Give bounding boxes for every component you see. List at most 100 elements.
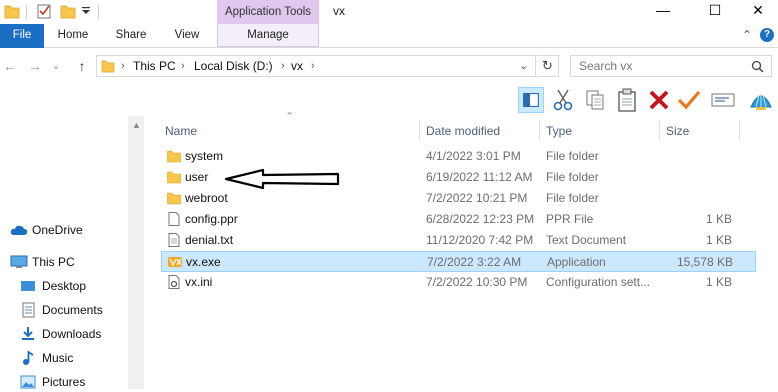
- file-name: user: [185, 170, 209, 184]
- file-date: 11/12/2020 7:42 PM: [426, 233, 534, 247]
- file-name: webroot: [185, 191, 228, 205]
- ribbon-tab-bar: File Home Share View Manage ⌃ ?: [0, 24, 778, 48]
- address-row: ← → ⌄ ↑ › This PC › Local Disk (D:) › vx…: [0, 52, 778, 80]
- file-type: PPR File: [546, 212, 594, 226]
- column-header-type[interactable]: Type: [540, 120, 660, 142]
- folder-icon: [167, 192, 181, 205]
- desktop-icon: [21, 281, 35, 291]
- cut-icon[interactable]: [550, 87, 576, 113]
- file-size: 1 KB: [705, 212, 732, 226]
- copy-icon[interactable]: [582, 87, 608, 113]
- file-date: 6/19/2022 11:12 AM: [426, 170, 533, 184]
- file-type: Application: [547, 255, 606, 269]
- up-button[interactable]: ↑: [72, 56, 92, 76]
- breadcrumb-separator: ›: [281, 60, 285, 72]
- file-size: 15,578 KB: [676, 255, 733, 269]
- navigation-pane: ▲ OneDrive This PC Desktop Documents Dow…: [0, 116, 144, 389]
- folder-icon: [101, 60, 115, 73]
- file-date: 7/2/2022 10:21 PM: [426, 191, 528, 205]
- file-size: 1 KB: [705, 275, 732, 289]
- file-type: File folder: [546, 170, 599, 184]
- address-dropdown-button[interactable]: ⌄: [519, 56, 528, 76]
- new-folder-icon[interactable]: [60, 2, 76, 20]
- file-size: 1 KB: [705, 233, 732, 247]
- breadcrumb-separator: ›: [121, 60, 125, 72]
- file-date: 7/2/2022 10:30 PM: [426, 275, 528, 289]
- downloads-icon: [22, 327, 34, 340]
- column-header-size[interactable]: Size: [660, 120, 740, 142]
- tab-home[interactable]: Home: [50, 24, 96, 47]
- file-row-denial-txt[interactable]: denial.txt 11/12/2020 7:42 PM Text Docum…: [161, 230, 756, 251]
- command-toolbar: [510, 84, 778, 116]
- text-file-icon: [168, 233, 180, 247]
- close-button[interactable]: ✕: [738, 0, 778, 24]
- column-header-name[interactable]: Name: [159, 120, 420, 142]
- column-header-date-modified[interactable]: Date modified: [420, 120, 540, 142]
- file-name: denial.txt: [185, 233, 234, 247]
- help-button[interactable]: ?: [760, 28, 774, 42]
- customize-toolbar-icon[interactable]: [82, 6, 90, 16]
- back-button[interactable]: ←: [0, 56, 20, 76]
- tab-file[interactable]: File: [0, 24, 44, 48]
- annotation-arrow-icon: [224, 168, 340, 190]
- tab-view[interactable]: View: [164, 24, 210, 47]
- rename-icon[interactable]: [710, 87, 736, 113]
- file-name: system: [185, 149, 224, 163]
- tab-share[interactable]: Share: [108, 24, 154, 47]
- collapse-ribbon-button[interactable]: ⌃: [740, 28, 754, 42]
- tab-manage[interactable]: Manage: [217, 24, 319, 47]
- file-row-system[interactable]: system 4/1/2022 3:01 PM File folder: [161, 146, 756, 167]
- shell-icon[interactable]: [748, 87, 774, 113]
- documents-icon: [22, 302, 35, 318]
- file-type: Text Document: [546, 233, 627, 247]
- folder-icon: [167, 171, 181, 184]
- file-icon: [168, 212, 180, 226]
- search-placeholder: Search vx: [579, 59, 633, 73]
- file-list: ⌃ Name Date modified Type Size system 4/…: [145, 111, 778, 389]
- file-type: File folder: [546, 149, 599, 163]
- breadcrumb-separator: ›: [181, 60, 185, 72]
- forward-button[interactable]: →: [25, 56, 45, 76]
- preview-pane-icon[interactable]: [518, 87, 544, 113]
- delete-icon[interactable]: [646, 87, 672, 113]
- search-input[interactable]: Search vx: [570, 55, 772, 77]
- divider: [98, 5, 99, 19]
- breadcrumb-separator: ›: [311, 60, 315, 72]
- address-bar[interactable]: › This PC › Local Disk (D:) › vx › ⌄: [96, 55, 536, 77]
- properties-icon[interactable]: [36, 2, 52, 20]
- divider: [26, 5, 27, 19]
- file-row-vx-ini[interactable]: vx.ini 7/2/2022 10:30 PM Configuration s…: [161, 272, 756, 293]
- breadcrumb-this-pc[interactable]: This PC: [133, 56, 176, 76]
- window-title: vx: [333, 4, 345, 18]
- app-icon: [168, 257, 182, 267]
- file-name: vx.exe: [186, 255, 221, 269]
- file-name: config.ppr: [185, 212, 238, 226]
- checkmark-icon[interactable]: [676, 87, 702, 113]
- config-file-icon: [168, 275, 180, 289]
- breadcrumb-vx[interactable]: vx: [291, 56, 303, 76]
- computer-icon: [10, 255, 28, 268]
- file-type: File folder: [546, 191, 599, 205]
- scroll-up-arrow[interactable]: ▲: [132, 120, 141, 130]
- cloud-icon: [10, 225, 28, 235]
- paste-icon[interactable]: [614, 87, 640, 113]
- minimize-button[interactable]: —: [640, 0, 686, 24]
- folder-icon[interactable]: [4, 2, 20, 20]
- file-type: Configuration sett...: [546, 275, 651, 289]
- recent-locations-button[interactable]: ⌄: [50, 56, 62, 76]
- file-row-config-ppr[interactable]: config.ppr 6/28/2022 12:23 PM PPR File 1…: [161, 209, 756, 230]
- maximize-button[interactable]: ☐: [692, 0, 738, 24]
- file-name: vx.ini: [185, 275, 213, 289]
- pictures-icon: [20, 375, 36, 389]
- file-date: 4/1/2022 3:01 PM: [426, 149, 521, 163]
- folder-icon: [167, 150, 181, 163]
- navigation-scrollbar[interactable]: ▲: [128, 116, 144, 389]
- file-date: 6/28/2022 12:23 PM: [426, 212, 535, 226]
- file-date: 7/2/2022 3:22 AM: [427, 255, 522, 269]
- search-icon: [751, 60, 764, 73]
- contextual-tab-group-label: Application Tools: [217, 0, 319, 24]
- file-row-vx-exe[interactable]: vx.exe 7/2/2022 3:22 AM Application 15,5…: [161, 251, 756, 272]
- refresh-button[interactable]: ↻: [537, 55, 559, 77]
- breadcrumb-local-disk[interactable]: Local Disk (D:): [194, 56, 273, 76]
- title-bar: Application Tools vx — ☐ ✕: [0, 0, 778, 24]
